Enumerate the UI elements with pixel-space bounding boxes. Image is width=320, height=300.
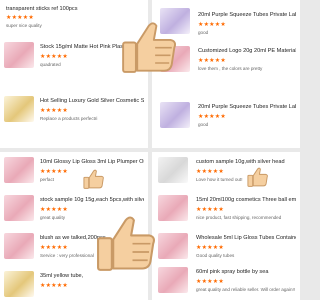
rating-stars: ★★★★★ — [198, 58, 226, 64]
review-text: quadrated — [40, 62, 61, 67]
product-title[interactable]: 60ml pink spray bottle by sea — [196, 269, 296, 275]
thumbs-up-icon — [82, 168, 106, 190]
rating-stars: ★★★★★ — [6, 15, 34, 21]
product-title[interactable]: 20ml Purple Squeeze Tubes Private Label … — [198, 12, 296, 18]
product-thumbnail[interactable] — [4, 271, 34, 297]
product-thumbnail[interactable] — [158, 233, 188, 259]
rating-stars: ★★★★★ — [196, 207, 224, 213]
product-title[interactable]: custom sample 10g,with silver head — [196, 159, 296, 165]
product-title[interactable]: 10ml Glossy Lip Gloss 3ml Lip Plumper Oi… — [40, 159, 144, 165]
rating-stars: ★★★★★ — [196, 279, 224, 285]
rating-stars: ★★★★★ — [40, 54, 68, 60]
review-text: Replace a products perfectri — [40, 116, 98, 121]
product-thumbnail[interactable] — [160, 102, 190, 128]
review-card[interactable]: 60ml pink spray bottle by sea ★★★★★ grea… — [152, 264, 300, 300]
review-card[interactable]: Hot Selling Luxury Gold Silver Cosmetic … — [0, 92, 148, 132]
review-text: Good quality tubes — [196, 253, 235, 258]
product-title[interactable]: Hot Selling Luxury Gold Silver Cosmetic … — [40, 98, 144, 104]
rating-stars: ★★★★★ — [40, 108, 68, 114]
review-text: super nice quality — [6, 23, 42, 28]
rating-stars: ★★★★★ — [196, 245, 224, 251]
rating-stars: ★★★★★ — [198, 22, 226, 28]
thumbs-up-icon — [247, 167, 268, 187]
product-thumbnail[interactable] — [158, 267, 188, 293]
review-card[interactable]: 10ml Glossy Lip Gloss 3ml Lip Plumper Oi… — [0, 154, 148, 190]
product-title[interactable]: transparent sticks ref 100pcs — [6, 6, 144, 12]
thumbs-up-icon — [83, 169, 104, 189]
review-text: great quality and reliable seller. Will … — [196, 287, 296, 292]
rating-stars: ★★★★★ — [196, 169, 224, 175]
thumbs-up-icon — [92, 212, 162, 274]
rating-stars: ★★★★★ — [40, 169, 68, 175]
review-text: Service : very professional — [40, 253, 94, 258]
product-title[interactable]: Customized Logo 20g 20ml PE Material Cos… — [198, 48, 296, 54]
thumbs-up-icon — [118, 18, 182, 76]
review-text: nice product, fast shipping, recommended — [196, 215, 282, 220]
product-thumbnail[interactable] — [158, 157, 188, 183]
review-card[interactable]: 20ml Purple Squeeze Tubes Private Label … — [152, 98, 300, 138]
product-title[interactable]: stock sample 10g 15g,each 5pcs,with silv… — [40, 197, 144, 203]
review-card[interactable]: 15ml 20ml100g cosmetics Three ball empty… — [152, 192, 300, 228]
thumbs-up-icon — [122, 22, 176, 73]
product-title[interactable]: 20ml Purple Squeeze Tubes Private Label … — [198, 104, 296, 110]
thumbs-up-icon — [97, 216, 155, 271]
review-card[interactable]: Wholesale 5ml Lip Gloss Tubes Containers… — [152, 230, 300, 266]
product-thumbnail[interactable] — [4, 42, 34, 68]
review-text: love them , the colors are pretty — [198, 66, 263, 71]
review-text: Love how it turned out! — [196, 177, 243, 182]
product-thumbnail[interactable] — [158, 195, 188, 221]
product-thumbnail[interactable] — [4, 157, 34, 183]
product-thumbnail[interactable] — [4, 96, 34, 122]
rating-stars: ★★★★★ — [198, 114, 226, 120]
review-text: good — [198, 30, 209, 35]
rating-stars: ★★★★★ — [40, 207, 68, 213]
rating-stars: ★★★★★ — [40, 245, 68, 251]
product-thumbnail[interactable] — [4, 233, 34, 259]
product-title[interactable]: 15ml 20ml100g cosmetics Three ball empty… — [196, 197, 296, 203]
review-card[interactable]: custom sample 10g,with silver head ★★★★★… — [152, 154, 300, 190]
review-text: good — [198, 122, 209, 127]
thumbs-up-icon — [246, 166, 270, 188]
review-panel-bottom-right: custom sample 10g,with silver head ★★★★★… — [152, 152, 300, 300]
review-text: perfact — [40, 177, 55, 182]
product-title[interactable]: Wholesale 5ml Lip Gloss Tubes Containers… — [196, 235, 296, 241]
product-thumbnail[interactable] — [4, 195, 34, 221]
rating-stars: ★★★★★ — [40, 283, 68, 289]
review-text: great quality — [40, 215, 66, 220]
